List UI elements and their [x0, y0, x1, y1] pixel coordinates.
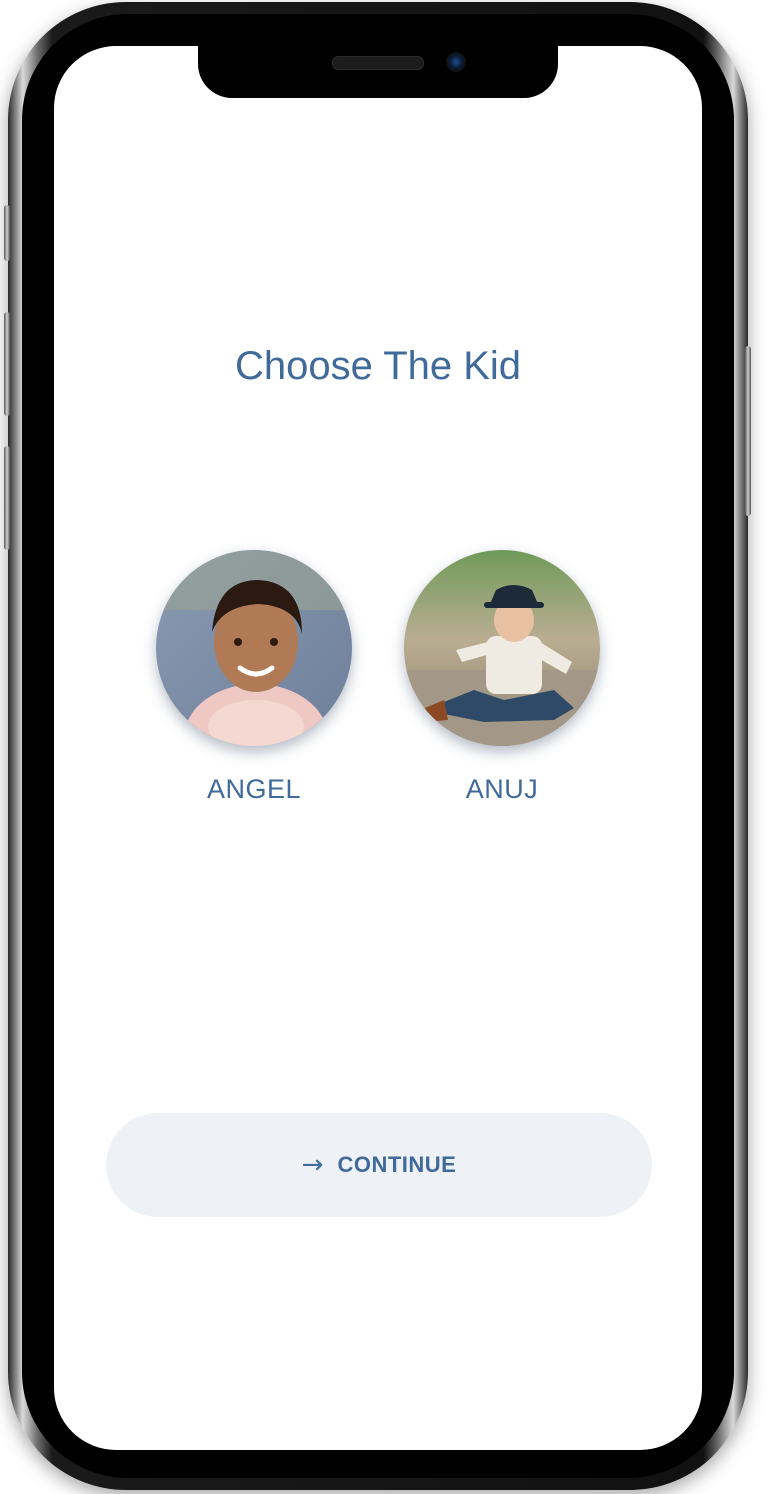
arrow-right-icon: →	[301, 1150, 324, 1180]
kid-photo-anuj	[404, 550, 600, 746]
power-button	[745, 346, 751, 516]
kid-option-anuj[interactable]: ANUJ	[402, 550, 602, 805]
volume-down-button	[4, 446, 10, 550]
continue-label: CONTINUE	[337, 1152, 457, 1177]
kid-option-angel[interactable]: ANGEL	[154, 550, 354, 805]
kid-name-angel: ANGEL	[206, 774, 302, 804]
kid-avatar-angel[interactable]	[156, 550, 352, 746]
continue-button[interactable]: → CONTINUE	[106, 1113, 652, 1217]
page-title: Choose The Kid	[234, 344, 522, 388]
kid-photo-angel	[156, 550, 352, 746]
kid-avatar-anuj[interactable]	[404, 550, 600, 746]
kid-name-anuj: ANUJ	[465, 774, 539, 804]
front-camera	[446, 52, 466, 72]
volume-up-button	[4, 312, 10, 416]
speaker-grille	[332, 56, 424, 70]
app-screen: Choose The Kid ANGEL ANUJ → CONTINUE	[54, 46, 702, 1450]
mute-switch	[4, 205, 10, 261]
